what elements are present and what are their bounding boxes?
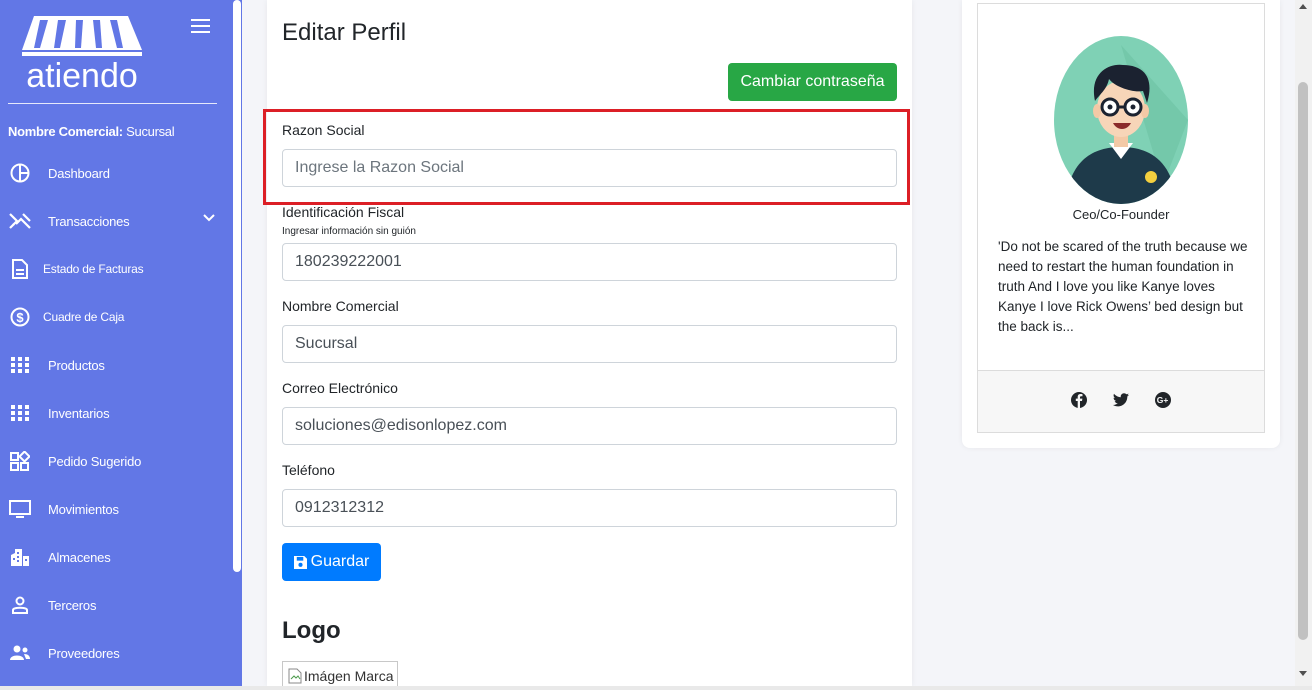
page-title: Editar Perfil [282, 19, 407, 46]
atiendo-logo[interactable]: atiendo [20, 14, 145, 92]
id-fiscal-input[interactable] [282, 243, 897, 281]
building-icon [9, 546, 31, 568]
sidebar-item-label: Estado de Facturas [43, 262, 144, 276]
menu-toggle-button[interactable] [191, 19, 210, 33]
telefono-input[interactable] [282, 489, 897, 527]
facebook-icon[interactable] [1070, 391, 1088, 409]
sidebar-item-terceros[interactable]: Terceros [0, 585, 232, 625]
transactions-icon [9, 210, 31, 232]
sidebar-item-label: Dashboard [48, 165, 110, 181]
sidebar-item-label: Cuadre de Caja [43, 310, 125, 324]
person-icon [9, 594, 31, 616]
logo-section-title: Logo [282, 617, 341, 644]
sidebar-item-label: Terceros [48, 597, 97, 613]
floppy-disk-icon [293, 555, 307, 569]
chevron-down-icon[interactable] [203, 214, 215, 222]
widgets-icon [9, 450, 31, 472]
correo-label: Correo Electrónico [282, 380, 398, 396]
sidebar-item-cuadre-caja[interactable]: $ Cuadre de Caja [0, 297, 232, 337]
avatar [1054, 36, 1188, 204]
id-fiscal-label: Identificación Fiscal [282, 204, 405, 220]
sidebar-item-transacciones[interactable]: Transacciones [0, 201, 232, 241]
telefono-label: Teléfono [282, 462, 335, 478]
sidebar-item-proveedores[interactable]: Proveedores [0, 633, 232, 673]
commercial-name-value: Sucursal [126, 124, 175, 139]
commercial-name-label: Nombre Comercial: [8, 124, 123, 139]
svg-text:G+: G+ [1157, 395, 1169, 405]
dollar-circle-icon: $ [9, 306, 31, 328]
svg-text:$: $ [16, 310, 24, 325]
id-fiscal-hint: Ingresar información sin guión [282, 226, 416, 237]
grid-icon [9, 402, 31, 424]
sidebar: atiendo Nombre Comercial: Sucursal Dashb… [0, 0, 242, 686]
profile-quote: 'Do not be scared of the truth because w… [998, 239, 1248, 334]
save-button[interactable]: Guardar [282, 543, 381, 581]
document-icon [9, 258, 31, 280]
sidebar-item-label: Transacciones [48, 213, 130, 229]
svg-text:atiendo: atiendo [26, 57, 138, 92]
brand-image-alt: Imágen Marca [304, 668, 394, 684]
sidebar-item-movimientos[interactable]: Movimientos [0, 489, 232, 529]
scroll-up-arrow-icon[interactable] [1299, 4, 1307, 9]
sidebar-item-dashboard[interactable]: Dashboard [0, 153, 232, 193]
sidebar-item-pedido-sugerido[interactable]: Pedido Sugerido [0, 441, 232, 481]
commercial-name: Nombre Comercial: Sucursal [8, 124, 175, 139]
google-plus-icon[interactable]: G+ [1154, 391, 1172, 409]
page-scrollbar-thumb[interactable] [1298, 82, 1308, 640]
twitter-icon[interactable] [1112, 391, 1130, 409]
sidebar-item-estado-facturas[interactable]: Estado de Facturas [0, 249, 232, 289]
pie-chart-icon [9, 162, 31, 184]
nombre-comercial-label: Nombre Comercial [282, 298, 399, 314]
sidebar-item-label: Proveedores [48, 645, 120, 661]
save-button-label: Guardar [310, 553, 370, 570]
sidebar-item-inventarios[interactable]: Inventarios [0, 393, 232, 433]
sidebar-divider [8, 103, 217, 104]
broken-image-icon [288, 668, 302, 684]
scroll-down-arrow-icon[interactable] [1299, 671, 1307, 676]
sidebar-item-label: Pedido Sugerido [48, 453, 142, 469]
people-icon [9, 642, 31, 664]
bottom-edge [0, 686, 1312, 690]
sidebar-item-label: Productos [48, 357, 105, 373]
monitor-icon [9, 498, 31, 520]
correo-input[interactable] [282, 407, 897, 445]
sidebar-item-label: Almacenes [48, 549, 111, 565]
profile-role: Ceo/Co-Founder [1072, 207, 1170, 222]
nombre-comercial-input[interactable] [282, 325, 897, 363]
sidebar-item-productos[interactable]: Productos [0, 345, 232, 385]
sidebar-item-label: Inventarios [48, 405, 110, 421]
sidebar-item-label: Movimientos [48, 501, 119, 517]
grid-icon [9, 354, 31, 376]
sidebar-item-almacenes[interactable]: Almacenes [0, 537, 232, 577]
change-password-button[interactable]: Cambiar contraseña [728, 63, 897, 101]
sidebar-scrollbar-thumb[interactable] [233, 0, 241, 572]
highlight-box [263, 109, 910, 205]
